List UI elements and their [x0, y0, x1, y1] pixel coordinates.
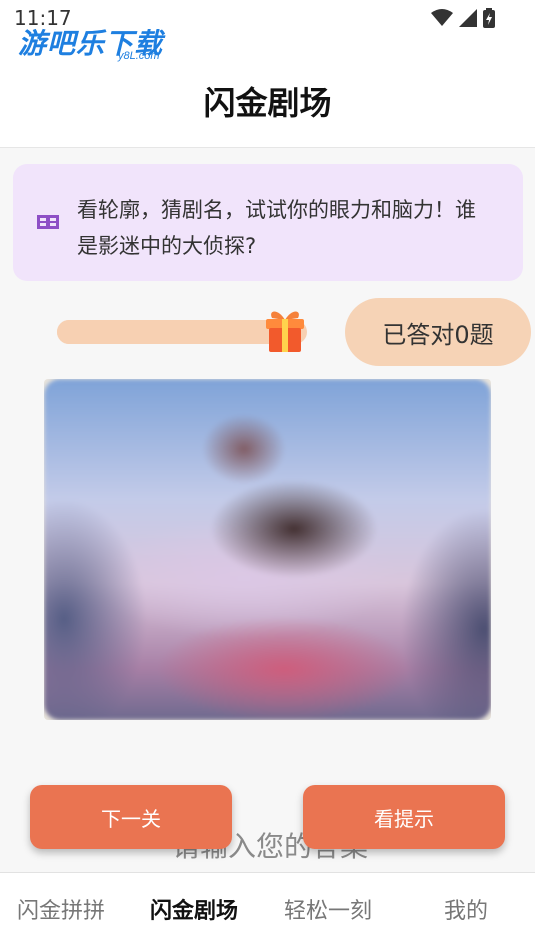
app-header: 11:17 游吧乐下载 y8L.com 闪金剧场: [0, 0, 535, 148]
signal-icon: [459, 9, 477, 31]
show-hint-button[interactable]: 看提示: [303, 785, 505, 849]
tip-box: 看轮廓，猜剧名，试试你的眼力和脑力！谁是影迷中的大侦探?: [13, 164, 523, 281]
progress-fill: [57, 320, 282, 344]
puzzle-image-frame: [44, 379, 491, 720]
gift-icon[interactable]: [264, 308, 306, 358]
blurred-silhouette-image: [44, 379, 491, 720]
battery-icon: [483, 8, 495, 32]
bottom-tab-bar: 闪金拼拼 闪金剧场 轻松一刻 我的: [0, 872, 535, 951]
brand-logo-sub: y8L.com: [118, 50, 160, 62]
film-icon: [37, 214, 59, 233]
next-level-button[interactable]: 下一关: [30, 785, 232, 849]
tab-relax[interactable]: 轻松一刻: [284, 893, 372, 925]
tab-jigsaw[interactable]: 闪金拼拼: [17, 893, 105, 925]
tab-theater[interactable]: 闪金剧场: [150, 893, 238, 925]
page-title: 闪金剧场: [203, 84, 332, 122]
answered-count-badge: 已答对0题: [345, 298, 531, 366]
status-icons: [431, 8, 495, 32]
wifi-icon: [431, 9, 453, 31]
tab-profile[interactable]: 我的: [444, 893, 488, 925]
tip-text: 看轮廓，猜剧名，试试你的眼力和脑力！谁是影迷中的大侦探?: [77, 198, 476, 258]
